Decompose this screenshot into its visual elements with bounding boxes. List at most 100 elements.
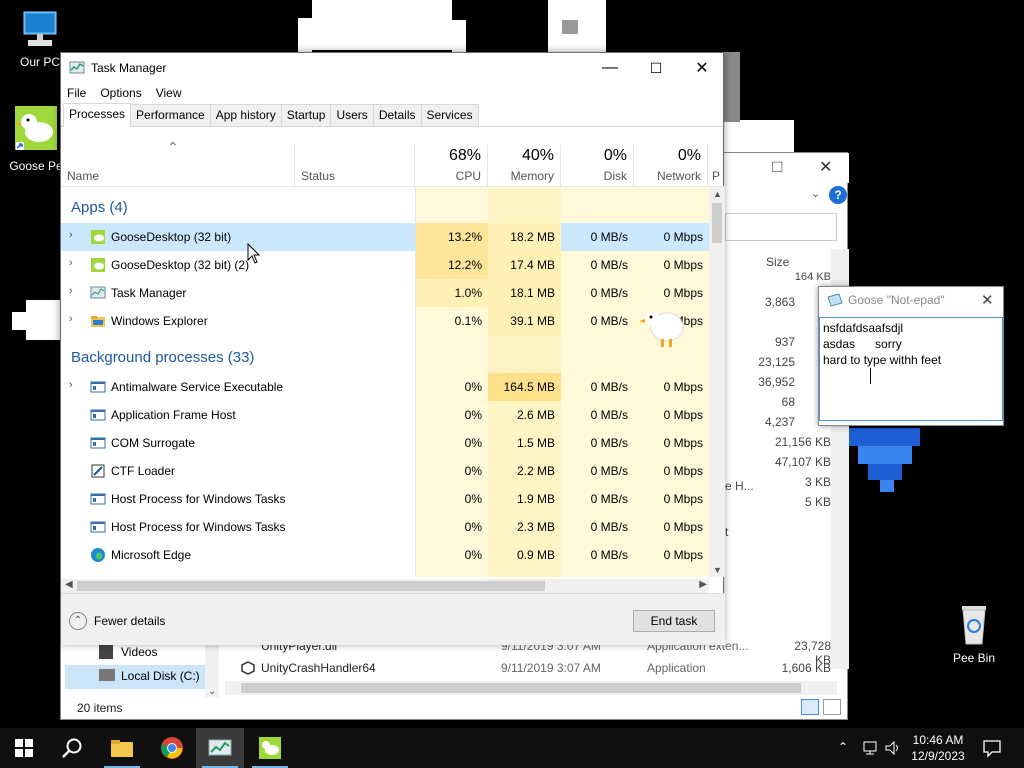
disk-cell: 0 MB/s bbox=[590, 492, 628, 506]
memory-cell: 1.5 MB bbox=[516, 436, 555, 450]
scroll-down-icon[interactable]: ▼ bbox=[713, 565, 722, 575]
column-power[interactable]: P bbox=[708, 145, 725, 187]
search-input[interactable] bbox=[725, 213, 837, 241]
close-button[interactable]: ✕ bbox=[679, 53, 725, 83]
taskbar-chrome[interactable] bbox=[148, 728, 196, 768]
window-title: Goose "Not-epad" bbox=[848, 293, 945, 307]
size-column-header[interactable]: Size bbox=[766, 255, 789, 269]
details-view-icon[interactable] bbox=[801, 699, 819, 715]
task-manager-window[interactable]: Task Manager — ☐ ✕ File Options View Pro… bbox=[60, 52, 725, 645]
start-button[interactable] bbox=[0, 728, 48, 768]
scroll-right-icon[interactable]: ▶ bbox=[699, 579, 707, 590]
column-status[interactable]: Status bbox=[295, 145, 415, 187]
notepad-text-area[interactable]: nsfdafdsaafsdjl asdas sorry hard to type… bbox=[819, 317, 1003, 421]
column-disk[interactable]: 0% Disk bbox=[561, 145, 634, 187]
cpu-cell: 0% bbox=[464, 548, 482, 562]
disk-cell: 0 MB/s bbox=[590, 230, 628, 244]
table-row[interactable]: COM Surrogate 0% 1.5 MB 0 MB/s 0 Mbps bbox=[61, 429, 709, 457]
tab-performance[interactable]: Performance bbox=[130, 104, 211, 126]
size-cell: 23,125 bbox=[758, 355, 795, 369]
folder-icon bbox=[90, 313, 106, 329]
menu-view[interactable]: View bbox=[156, 86, 182, 100]
nav-scrollbar[interactable]: ⌄ bbox=[205, 641, 219, 697]
large-icons-view-icon[interactable] bbox=[823, 699, 841, 715]
network-cell: 0 Mbps bbox=[663, 408, 703, 422]
vertical-scrollbar[interactable]: ▲ ▼ bbox=[709, 187, 725, 577]
nav-item-videos[interactable]: Videos bbox=[121, 645, 157, 659]
expand-chevron-icon[interactable]: › bbox=[69, 229, 73, 241]
service-icon bbox=[90, 379, 106, 395]
scroll-down-icon[interactable]: ⌄ bbox=[208, 686, 216, 697]
disk-cell: 0 MB/s bbox=[590, 286, 628, 300]
size-cell: 47,107 KB bbox=[774, 455, 831, 469]
scrollbar-thumb[interactable] bbox=[712, 203, 722, 243]
expand-chevron-icon[interactable]: › bbox=[69, 285, 73, 297]
tab-processes[interactable]: Processes bbox=[63, 103, 132, 127]
taskbar-file-explorer[interactable] bbox=[98, 728, 146, 768]
goose-notepad-window[interactable]: Goose "Not-epad" ✕ nsfdafdsaafsdjl asdas… bbox=[818, 286, 1004, 426]
table-row[interactable]: Host Process for Windows Tasks 0% 1.9 MB… bbox=[61, 485, 709, 513]
minimize-button[interactable]: — bbox=[587, 53, 633, 83]
table-row[interactable]: › Task Manager 1.0% 18.1 MB 0 MB/s 0 Mbp… bbox=[61, 279, 709, 307]
tab-services[interactable]: Services bbox=[420, 104, 479, 126]
expand-chevron-icon[interactable]: › bbox=[69, 313, 73, 325]
text-cursor bbox=[870, 368, 871, 384]
table-row[interactable]: › Windows Explorer 0.1% 39.1 MB 0 MB/s 0… bbox=[61, 307, 709, 335]
help-icon[interactable]: ? bbox=[829, 186, 847, 204]
network-icon[interactable] bbox=[862, 740, 880, 756]
file-row[interactable]: UnityCrashHandler64 9/11/2019 3:07 AM Ap… bbox=[241, 659, 841, 681]
close-icon[interactable]: ✕ bbox=[819, 157, 832, 177]
close-icon[interactable]: ✕ bbox=[981, 291, 994, 309]
table-row[interactable]: › Antimalware Service Executable 0% 164.… bbox=[61, 373, 709, 401]
tab-details[interactable]: Details bbox=[372, 104, 422, 126]
fewer-details-link[interactable]: Fewer details bbox=[94, 614, 165, 628]
disk-cell: 0 MB/s bbox=[590, 520, 628, 534]
table-row[interactable]: Host Process for Windows Tasks 0% 2.3 MB… bbox=[61, 513, 709, 541]
horizontal-scrollbar[interactable]: ◀ ▶ bbox=[61, 579, 709, 593]
collapse-chevron-icon[interactable]: ⌃ bbox=[69, 612, 87, 630]
table-row[interactable]: Microsoft Edge 0% 0.9 MB 0 MB/s 0 Mbps bbox=[61, 541, 709, 569]
maximize-icon[interactable]: ☐ bbox=[771, 159, 784, 176]
chevron-down-icon[interactable]: ⌄ bbox=[811, 187, 820, 200]
taskbar-goose[interactable] bbox=[246, 728, 294, 768]
scrollbar-thumb[interactable] bbox=[241, 683, 801, 693]
tab-app-history[interactable]: App history bbox=[209, 104, 282, 126]
disk-cell: 0 MB/s bbox=[590, 464, 628, 478]
table-row[interactable]: Application Frame Host 0% 2.6 MB 0 MB/s … bbox=[61, 401, 709, 429]
scroll-left-icon[interactable]: ◀ bbox=[65, 579, 73, 590]
column-memory[interactable]: 40% Memory bbox=[488, 145, 561, 187]
memory-cell: 1.9 MB bbox=[516, 492, 555, 506]
disk-cell: 0 MB/s bbox=[590, 258, 628, 272]
drive-icon bbox=[99, 669, 115, 681]
clock[interactable]: 10:46 AM 12/9/2023 bbox=[906, 732, 970, 764]
table-row[interactable]: › GooseDesktop (32 bit) 13.2% 18.2 MB 0 … bbox=[61, 223, 709, 251]
expand-chevron-icon[interactable]: › bbox=[69, 257, 73, 269]
tab-users[interactable]: Users bbox=[330, 104, 374, 126]
scroll-up-icon[interactable]: ▲ bbox=[713, 189, 722, 199]
tab-startup[interactable]: Startup bbox=[280, 104, 332, 126]
volume-icon[interactable] bbox=[884, 740, 902, 756]
notepad-titlebar[interactable]: Goose "Not-epad" ✕ bbox=[819, 287, 1003, 313]
column-cpu[interactable]: 68% CPU bbox=[415, 145, 488, 187]
expand-chevron-icon[interactable]: › bbox=[69, 379, 73, 391]
footer-bar: ⌃ Fewer details End task bbox=[61, 593, 725, 645]
taskbar-task-manager[interactable] bbox=[196, 728, 244, 768]
explorer-horizontal-scrollbar[interactable] bbox=[225, 681, 837, 695]
scrollbar-thumb[interactable] bbox=[77, 581, 545, 591]
notification-center-icon[interactable] bbox=[982, 738, 1002, 758]
show-hidden-icons-chevron-icon[interactable]: ⌃ bbox=[838, 740, 848, 754]
table-row[interactable]: CTF Loader 0% 2.2 MB 0 MB/s 0 Mbps bbox=[61, 457, 709, 485]
notepad-icon bbox=[827, 293, 843, 307]
table-row[interactable]: › GooseDesktop (32 bit) (2) 12.2% 17.4 M… bbox=[61, 251, 709, 279]
mouse-cursor-icon bbox=[247, 243, 261, 264]
end-task-button[interactable]: End task bbox=[633, 610, 715, 632]
desktop-icon-recycle-bin[interactable]: Pee Bin bbox=[942, 600, 1006, 665]
column-name[interactable]: Name bbox=[61, 145, 295, 187]
column-network[interactable]: 0% Network bbox=[634, 145, 708, 187]
menu-options[interactable]: Options bbox=[100, 86, 141, 100]
folder-icon bbox=[111, 740, 133, 757]
menu-file[interactable]: File bbox=[67, 86, 86, 100]
search-button[interactable] bbox=[48, 728, 96, 768]
maximize-button[interactable]: ☐ bbox=[633, 53, 679, 83]
desktop-icon-goose[interactable]: Goose Pe bbox=[4, 104, 68, 173]
